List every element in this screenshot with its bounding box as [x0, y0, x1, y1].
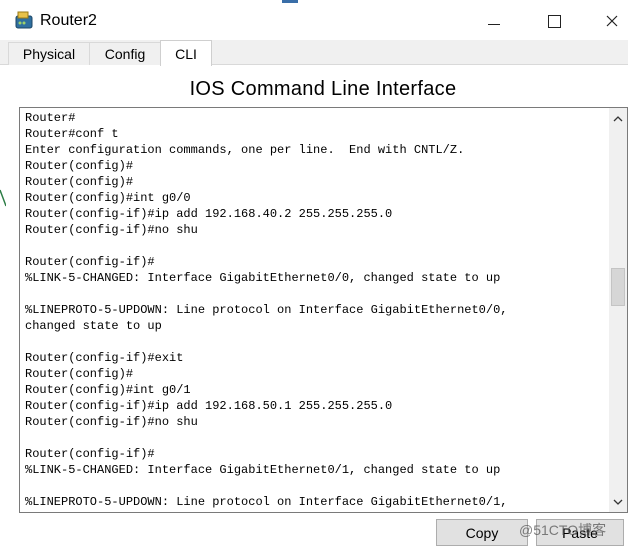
- scroll-down-button[interactable]: [609, 493, 627, 510]
- close-button[interactable]: [592, 6, 628, 36]
- terminal-line: Router(config)#: [25, 159, 134, 173]
- terminal-line: %LINEPROTO-5-UPDOWN: Line protocol on In…: [25, 495, 508, 509]
- scroll-thumb[interactable]: [611, 268, 625, 306]
- terminal-line: Router(config)#: [25, 367, 134, 381]
- terminal-line: Router(config-if)#exit: [25, 351, 184, 365]
- page-heading: IOS Command Line Interface: [189, 78, 457, 100]
- terminal-line: Router(config)#: [25, 175, 134, 189]
- terminal-line: %LINK-5-CHANGED: Interface GigabitEthern…: [25, 463, 501, 477]
- terminal-line: %LINK-5-CHANGED: Interface GigabitEthern…: [25, 271, 501, 285]
- terminal-line: Router#: [25, 111, 76, 125]
- terminal-line: Enter configuration commands, one per li…: [25, 143, 465, 157]
- chevron-up-icon: [613, 115, 623, 121]
- title-bar: Router2: [0, 0, 628, 44]
- terminal-line: Router(config)#int g0/1: [25, 383, 191, 397]
- terminal-line: Router(config-if)#ip add 192.168.50.1 25…: [25, 399, 393, 413]
- router-icon: [15, 11, 33, 29]
- terminal-line: Router(config-if)#no shu: [25, 223, 198, 237]
- terminal-line: Router(config-if)#ip add 192.168.40.2 25…: [25, 207, 393, 221]
- background-link-fragment: [0, 189, 6, 207]
- scroll-up-button[interactable]: [609, 110, 627, 127]
- terminal-line: Router(config)#int g0/0: [25, 191, 191, 205]
- watermark: @51CTO博客: [519, 522, 607, 538]
- vertical-scrollbar[interactable]: [609, 108, 627, 512]
- close-icon: [606, 15, 618, 27]
- maximize-button[interactable]: [534, 6, 574, 36]
- tab-physical[interactable]: Physical: [8, 42, 90, 65]
- minimize-icon: [488, 23, 500, 25]
- window-title: Router2: [40, 12, 97, 29]
- window-accent: [282, 0, 298, 3]
- background-fragment: [0, 172, 4, 184]
- terminal-line: Router(config-if)#: [25, 447, 155, 461]
- maximize-icon: [547, 14, 561, 28]
- terminal-line: changed state to up: [25, 319, 162, 333]
- terminal-output[interactable]: Router# Router#conf t Enter configuration …: [25, 110, 605, 510]
- terminal-line: Router(config-if)#no shu: [25, 415, 198, 429]
- copy-button[interactable]: Copy: [436, 519, 528, 546]
- tab-config[interactable]: Config: [89, 42, 161, 65]
- terminal-line: Router(config-if)#: [25, 255, 155, 269]
- chevron-down-icon: [613, 499, 623, 505]
- terminal-line: %LINEPROTO-5-UPDOWN: Line protocol on In…: [25, 303, 508, 317]
- terminal-console[interactable]: Router# Router#conf t Enter configuration …: [19, 107, 628, 513]
- minimize-button[interactable]: [474, 6, 514, 36]
- tab-cli[interactable]: CLI: [160, 40, 212, 66]
- terminal-line: Router#conf t: [25, 127, 119, 141]
